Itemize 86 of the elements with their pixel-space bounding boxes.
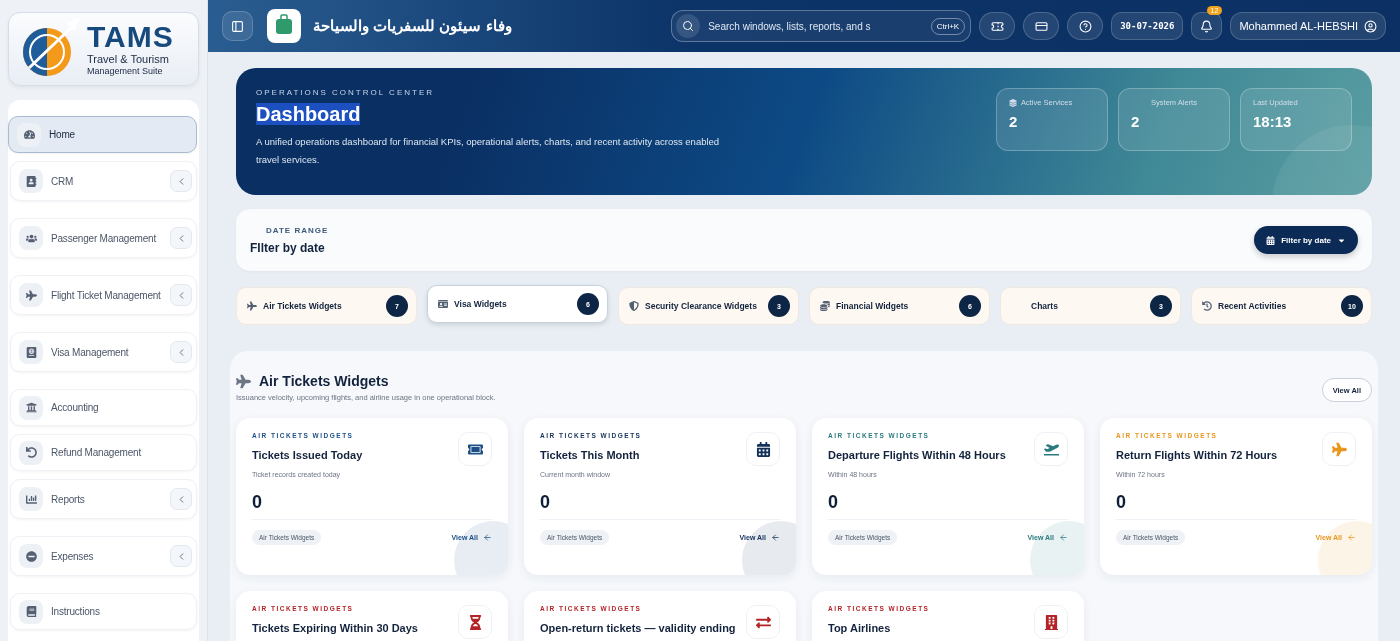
date-button[interactable]: 30-07-2026 xyxy=(1111,12,1184,40)
user-icon xyxy=(1364,19,1377,33)
sidebar-item-label: Refund Management xyxy=(51,447,142,458)
logo-subtitle: Management Suite xyxy=(87,67,164,76)
sidebar-item[interactable]: Home xyxy=(8,116,197,153)
arrow-left-icon xyxy=(771,533,780,542)
layers-icon xyxy=(1009,98,1017,107)
sidebar-item[interactable]: Refund Management xyxy=(10,434,197,471)
expand-button[interactable] xyxy=(170,170,192,192)
sidebar-toggle-button[interactable] xyxy=(222,11,253,41)
sidebar-item[interactable]: CRM xyxy=(10,161,197,201)
ticket-button[interactable] xyxy=(979,12,1016,40)
company-name: وفاء سيئون للسفريات والسياحة xyxy=(313,17,512,35)
sidebar-item-label: Flight Ticket Management xyxy=(51,289,162,301)
logo-name: TAMS xyxy=(87,22,174,52)
card-title: Tickets This Month xyxy=(540,449,641,461)
card-title: Return Flights Within 72 Hours xyxy=(1116,449,1279,461)
expand-button[interactable] xyxy=(170,488,192,510)
expand-button[interactable] xyxy=(170,284,192,306)
undo-icon xyxy=(19,440,43,465)
card-value: 0 xyxy=(828,492,839,513)
filter-value: FIlter by date xyxy=(250,240,326,255)
hero-eyebrow: OPERATIONS CONTROL CENTER xyxy=(256,88,435,97)
logo-tagline: Travel & Tourism xyxy=(87,54,170,65)
card-title: Departure Flights Within 48 Hours xyxy=(828,449,1007,461)
help-button[interactable] xyxy=(1067,12,1104,40)
help-icon xyxy=(1078,19,1092,33)
card-button[interactable] xyxy=(1023,12,1060,40)
history-icon xyxy=(1202,301,1212,311)
sidebar-item[interactable]: Accounting xyxy=(10,389,197,426)
filter-label: DATE RANGE xyxy=(266,225,330,235)
page-title: Dashboard xyxy=(256,103,361,125)
card-value: 0 xyxy=(252,492,263,513)
sidebar-item-label: Reports xyxy=(51,493,86,505)
expand-button[interactable] xyxy=(170,545,192,567)
calendar-icon xyxy=(1266,235,1276,245)
sidebar-item-label: Passenger Management xyxy=(51,232,157,244)
card-value: 0 xyxy=(540,492,551,513)
passport-icon xyxy=(19,340,43,364)
card-icon xyxy=(1034,19,1048,33)
notifications-button[interactable] xyxy=(1191,12,1223,40)
arrow-left-icon xyxy=(1347,533,1356,542)
ticket-icon xyxy=(990,19,1004,33)
sidebar-item-label: Home xyxy=(49,129,76,140)
plane-icon xyxy=(247,301,257,311)
sidebar-item[interactable]: Reports xyxy=(10,479,197,519)
id-card-icon xyxy=(438,299,448,309)
user-menu-button[interactable]: Mohammed AL-HEBSHI xyxy=(1230,12,1386,40)
stat-value: 18:13 xyxy=(1253,113,1293,130)
expand-button[interactable] xyxy=(170,341,192,363)
bank-icon xyxy=(19,395,43,420)
shield-icon xyxy=(629,301,639,311)
arrow-left-icon xyxy=(1059,533,1068,542)
hero-description: A unified operations dashboard for financial KPIs, operational alerts, charts, and recent activity across enabled travel services. xyxy=(256,135,721,168)
sidebar-item[interactable]: Passenger Management xyxy=(10,218,197,258)
book-icon xyxy=(19,599,43,624)
section-title: Air Tickets Widgets xyxy=(236,373,1322,389)
sidebar-item[interactable]: Instructions xyxy=(10,593,197,630)
bell-icon xyxy=(1200,19,1214,33)
card-value: 0 xyxy=(1116,492,1127,513)
bar-chart-icon xyxy=(19,487,43,511)
users-icon xyxy=(19,226,43,250)
sidebar-item[interactable]: Expenses xyxy=(10,536,197,576)
sidebar-item-label: Instructions xyxy=(51,606,101,617)
contact-card-icon xyxy=(19,169,43,193)
expand-button[interactable] xyxy=(170,227,192,249)
plane-icon xyxy=(19,283,43,307)
plane-icon xyxy=(236,373,251,389)
sidebar-item-label: CRM xyxy=(51,175,75,187)
sidebar-item-label: Expenses xyxy=(51,550,95,562)
sidebar-item[interactable]: Visa Management xyxy=(10,332,197,372)
arrow-left-icon xyxy=(483,533,492,542)
sidebar-item[interactable]: Flight Ticket Management xyxy=(10,275,197,315)
filter-date-button[interactable]: Filter by date xyxy=(1254,226,1358,254)
coins-icon xyxy=(820,301,830,311)
gauge-icon xyxy=(17,122,41,147)
sidebar-item-label: Accounting xyxy=(51,402,100,413)
sidebar-panel-icon xyxy=(231,19,244,33)
card-title: Top Airlines xyxy=(828,622,892,634)
card-title: Open-return tickets — validity ending xyxy=(540,622,737,634)
stat-value: 2 xyxy=(1009,113,1019,130)
card-title: Tickets Issued Today xyxy=(252,449,364,461)
card-title: Tickets Expiring Within 30 Days xyxy=(252,622,419,634)
search-icon xyxy=(676,14,701,38)
stat-value: 2 xyxy=(1131,113,1141,130)
sidebar-item-label: Visa Management xyxy=(51,346,130,358)
